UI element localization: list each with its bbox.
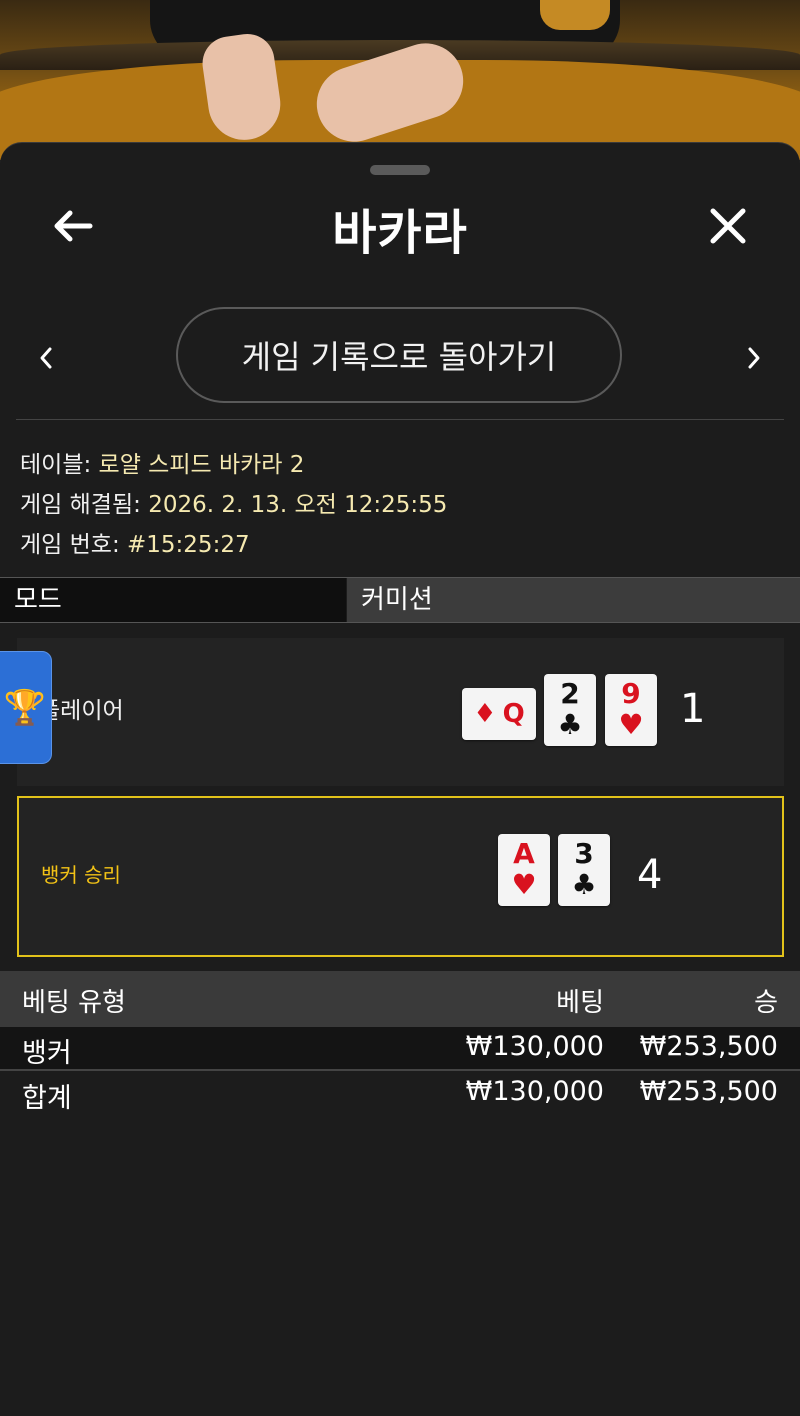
card-rank: A <box>513 837 535 870</box>
card-rank: 2 <box>560 677 580 710</box>
player-hand-row: 플레이어 ♦ Q 2 ♣ 9 ♥ 1 <box>17 638 784 786</box>
header-bet: 베팅 <box>556 988 604 1018</box>
mode-label: 모드 <box>0 578 346 622</box>
bet-type-cell: 합계 <box>22 1083 72 1114</box>
player-score: 1 <box>680 686 706 732</box>
banker-card-1: A ♥ <box>498 834 550 906</box>
player-card-3: 9 ♥ <box>605 674 657 746</box>
win-amount-cell: ₩253,500 <box>639 1031 778 1062</box>
card-rank: Q <box>502 699 525 729</box>
bet-amount-cell: ₩130,000 <box>465 1076 604 1107</box>
player-card-1: ♦ Q <box>462 688 536 740</box>
close-icon[interactable] <box>705 203 751 249</box>
banker-hand-row: 뱅커 승리 A ♥ 3 ♣ 4 <box>17 796 784 957</box>
sheet-drag-handle[interactable] <box>370 165 430 175</box>
chevron-left-icon[interactable] <box>34 341 58 375</box>
bet-amount-cell: ₩130,000 <box>465 1031 604 1062</box>
game-number-label: 게임 번호: <box>20 532 120 558</box>
game-number-info: 게임 번호: #15:25:27 <box>20 525 250 559</box>
chevron-right-icon[interactable] <box>742 341 766 375</box>
bets-table-header: 베팅 유형 베팅 승 <box>0 971 800 1027</box>
win-amount-cell: ₩253,500 <box>639 1076 778 1107</box>
bet-type-cell: 뱅커 <box>22 1038 72 1069</box>
table-row-total: 합계 ₩130,000 ₩253,500 <box>0 1072 800 1114</box>
divider <box>16 419 784 420</box>
card-suit: ♣ <box>571 868 597 901</box>
game-detail-sheet: 바카라 게임 기록으로 돌아가기 테이블: 로얄 스피드 바카라 2 게임 해결… <box>0 142 800 1416</box>
resolved-label: 게임 해결됨: <box>20 492 141 518</box>
card-rank: 3 <box>574 837 594 870</box>
banker-card-2: 3 ♣ <box>558 834 610 906</box>
resolved-value: 2026. 2. 13. 오전 12:25:55 <box>148 492 448 518</box>
table-info: 테이블: 로얄 스피드 바카라 2 <box>20 445 304 479</box>
card-suit: ♥ <box>618 708 644 741</box>
card-suit: ♥ <box>511 868 537 901</box>
dealer-sleeve <box>540 0 610 30</box>
game-number-value: #15:25:27 <box>127 532 250 558</box>
card-rank: 9 <box>621 677 641 710</box>
resolved-info: 게임 해결됨: 2026. 2. 13. 오전 12:25:55 <box>20 485 447 519</box>
page-title: 바카라 <box>332 205 468 261</box>
trophy-side-tab[interactable]: 🏆 <box>0 651 52 764</box>
player-card-2: 2 ♣ <box>544 674 596 746</box>
mode-value: 커미션 <box>347 578 800 622</box>
header-win: 승 <box>754 988 778 1018</box>
header-bet-type: 베팅 유형 <box>22 988 126 1018</box>
banker-win-label: 뱅커 승리 <box>41 863 121 887</box>
table-label: 테이블: <box>20 452 92 478</box>
banker-score: 4 <box>637 852 663 898</box>
table-row: 뱅커 ₩130,000 ₩253,500 <box>0 1027 800 1071</box>
table-value: 로얄 스피드 바카라 2 <box>98 452 305 478</box>
dealer-video-background <box>0 0 800 160</box>
return-to-history-button[interactable]: 게임 기록으로 돌아가기 <box>176 307 622 403</box>
mode-row: 모드 커미션 <box>0 577 800 623</box>
trophy-icon: 🏆 <box>3 687 47 728</box>
card-suit: ♦ <box>473 699 497 729</box>
card-suit: ♣ <box>557 708 583 741</box>
